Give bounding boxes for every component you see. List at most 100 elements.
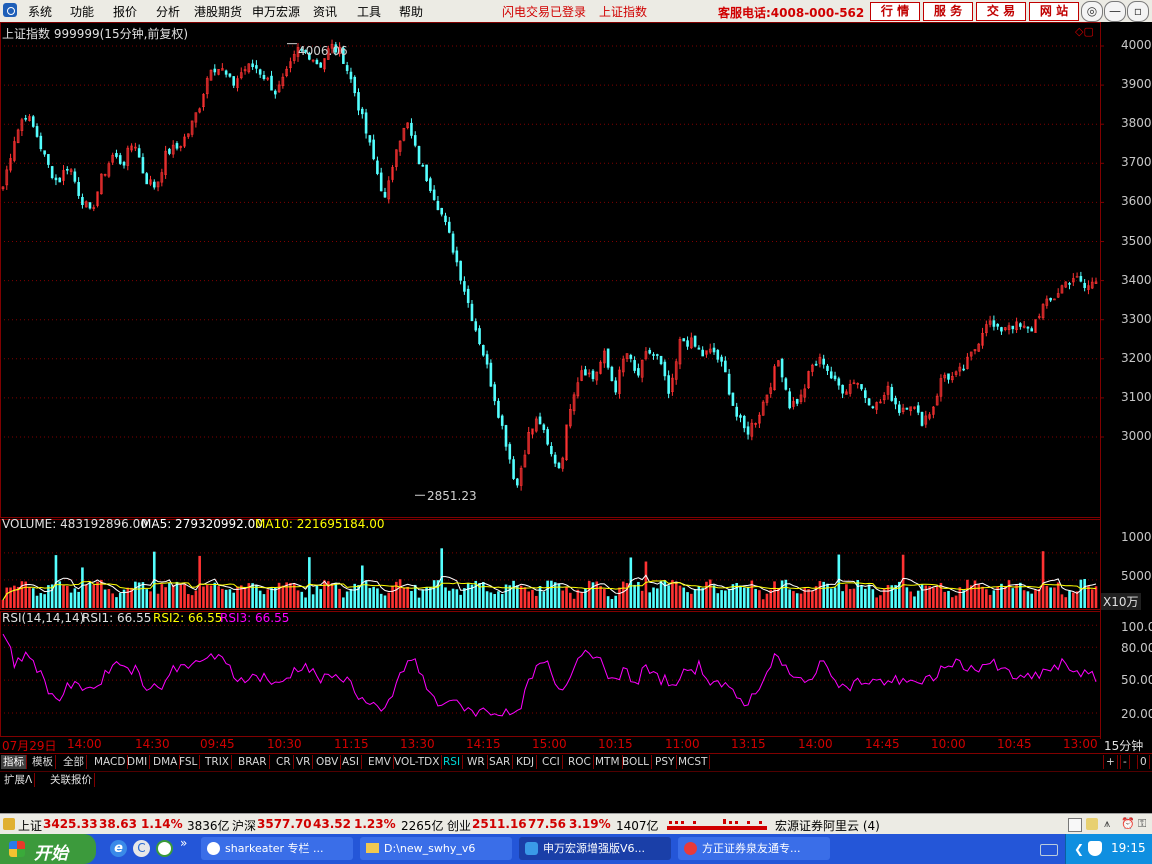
security-shield-icon[interactable] xyxy=(1088,841,1102,856)
current-index-link[interactable]: 上证指数 xyxy=(599,3,647,20)
browser-icon[interactable]: C xyxy=(133,840,150,857)
menu-item-system[interactable]: 系统 xyxy=(28,3,52,20)
service-button-service[interactable]: 服 务 xyxy=(923,2,973,21)
volume-bar xyxy=(43,594,46,608)
tab-control-button[interactable]: - xyxy=(1120,755,1130,769)
menu-item-tools[interactable]: 工具 xyxy=(357,3,381,20)
volume-tick: 5000 xyxy=(1121,569,1152,583)
tab-boll[interactable]: BOLL xyxy=(620,755,652,769)
menu-item-quote[interactable]: 报价 xyxy=(113,3,137,20)
tab-macd[interactable]: MACD xyxy=(92,755,129,769)
menu-item-analysis[interactable]: 分析 xyxy=(156,3,180,20)
tab-emv[interactable]: EMV xyxy=(366,755,394,769)
tab-dmi[interactable]: DMI xyxy=(125,755,151,769)
tab-control-button[interactable]: + xyxy=(1103,755,1118,769)
chart-canvas[interactable] xyxy=(0,22,1152,739)
menu-item-hk-futures[interactable]: 港股期货 xyxy=(194,3,242,20)
tab-control-button[interactable]: 0 xyxy=(1137,755,1150,769)
tab-trix[interactable]: TRIX xyxy=(203,755,232,769)
tab-fsl[interactable]: FSL xyxy=(177,755,201,769)
tab-cr[interactable]: CR xyxy=(274,755,294,769)
tab-related-quote[interactable]: 关联报价 xyxy=(48,773,95,787)
volume-bar xyxy=(308,557,311,608)
volume-bar xyxy=(852,588,856,608)
tab-extend[interactable]: 扩展ᐱ xyxy=(2,773,36,787)
tab-obv[interactable]: OBV xyxy=(314,755,342,769)
tab-mcst[interactable]: MCST xyxy=(676,755,711,769)
chart-area[interactable]: 上证指数 999999(15分钟,前复权) ◇▢ 4006.06 2851.23… xyxy=(0,22,1152,753)
period-selector[interactable]: 15分钟 xyxy=(1104,737,1143,754)
task-folder[interactable]: D:\new_swhy_v6 xyxy=(360,837,512,860)
ticker-icon[interactable] xyxy=(3,818,15,830)
alert-icon[interactable]: ⏰ xyxy=(1121,817,1135,831)
candle-body xyxy=(716,350,720,360)
app-icon[interactable] xyxy=(156,840,173,857)
volume-bar xyxy=(705,581,708,608)
tab-cci[interactable]: CCI xyxy=(540,755,563,769)
settings-icon[interactable]: ◎ xyxy=(1081,1,1103,22)
task-founder[interactable]: 方正证券泉友通专... xyxy=(678,837,830,860)
flash-trade-status[interactable]: 闪电交易已登录 xyxy=(502,3,586,20)
start-button[interactable]: 开始 xyxy=(0,834,96,864)
volume-bar xyxy=(451,588,455,608)
minimize-icon[interactable]: — xyxy=(1104,1,1126,22)
tab-wr[interactable]: WR xyxy=(465,755,488,769)
service-button-website[interactable]: 网 站 xyxy=(1029,2,1079,21)
tab-全部[interactable]: 全部 xyxy=(61,755,87,769)
candle-body xyxy=(168,148,171,154)
restore-icon[interactable]: ▫ xyxy=(1127,1,1149,22)
volume-ma10-line xyxy=(2,580,1097,601)
chart-options-icon[interactable]: ◇▢ xyxy=(1075,25,1094,38)
ie-icon[interactable]: e xyxy=(110,840,127,857)
tab-sar[interactable]: SAR xyxy=(487,755,514,769)
tab-kdj[interactable]: KDJ xyxy=(514,755,538,769)
signal-icon[interactable]: ⩚ xyxy=(1104,817,1116,831)
keyboard-icon[interactable] xyxy=(1040,844,1058,856)
time-label: 10:45 xyxy=(997,737,1032,751)
tab-dma[interactable]: DMA xyxy=(151,755,181,769)
tab-vr[interactable]: VR xyxy=(294,755,314,769)
tab-vol-tdx[interactable]: VOL-TDX xyxy=(392,755,443,769)
candle-body xyxy=(141,157,145,174)
candle-body xyxy=(682,338,686,342)
volume-bar xyxy=(780,580,784,608)
layout-icon[interactable] xyxy=(1068,818,1082,832)
volume-bar xyxy=(432,580,436,608)
volume-bar xyxy=(84,584,88,608)
candle-body xyxy=(122,161,126,166)
tab-指标[interactable]: 指标 xyxy=(1,755,27,769)
volume-bar xyxy=(746,586,750,608)
rsi-line xyxy=(2,633,1097,718)
lock-icon[interactable] xyxy=(1086,818,1098,830)
volume-ma10: MA10: 221695184.00 xyxy=(255,517,385,531)
task-sharkeater[interactable]: sharkeater 专栏 ... xyxy=(201,837,353,860)
candle-body xyxy=(867,398,871,406)
price-tick-label: 3000 xyxy=(1121,429,1152,443)
broker-server[interactable]: 宏源证券阿里云 (4) xyxy=(775,817,880,834)
candle-body xyxy=(47,154,50,165)
menu-item-function[interactable]: 功能 xyxy=(70,3,94,20)
volume-bar xyxy=(818,581,822,608)
volume-bar xyxy=(527,591,530,608)
task-swhy[interactable]: 申万宏源增强版V6... xyxy=(519,837,671,860)
service-button-trade[interactable]: 交 易 xyxy=(976,2,1026,21)
quicklaunch-more-icon[interactable]: » xyxy=(180,836,187,850)
tab-模板[interactable]: 模板 xyxy=(30,755,56,769)
tab-brar[interactable]: BRAR xyxy=(236,755,270,769)
candle-body xyxy=(1011,325,1015,330)
candle-body xyxy=(463,281,466,292)
volume-bar xyxy=(739,585,742,608)
tab-rsi[interactable]: RSI xyxy=(441,755,464,769)
tray-arrow-icon[interactable]: ❮ xyxy=(1074,842,1084,856)
menu-item-swhy[interactable]: 申万宏源 xyxy=(252,3,300,20)
tab-mtm[interactable]: MTM xyxy=(593,755,623,769)
app-logo-icon[interactable] xyxy=(3,3,17,17)
tab-roc[interactable]: ROC xyxy=(566,755,594,769)
menu-item-help[interactable]: 帮助 xyxy=(399,3,423,20)
candle-body xyxy=(1068,283,1071,285)
lock-screen-icon[interactable]: ⚿ xyxy=(1138,817,1150,831)
tab-asi[interactable]: ASI xyxy=(340,755,362,769)
tab-psy[interactable]: PSY xyxy=(653,755,678,769)
menu-item-news[interactable]: 资讯 xyxy=(313,3,337,20)
service-button-quotes[interactable]: 行 情 xyxy=(870,2,920,21)
